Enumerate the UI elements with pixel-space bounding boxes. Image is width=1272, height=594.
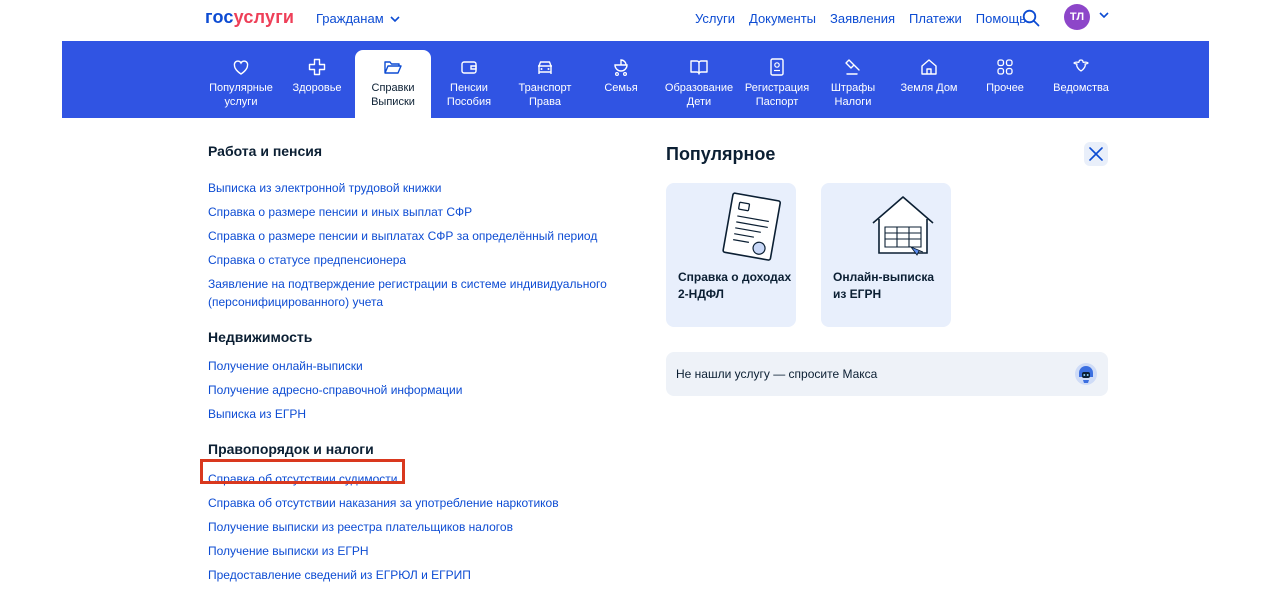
link-registration-confirmation[interactable]: Заявление на подтверждение регистрации в… <box>208 275 628 293</box>
link-egrn-extract-2[interactable]: Получение выписки из ЕГРН <box>208 542 628 560</box>
house-icon <box>921 59 937 75</box>
tab-fines[interactable]: Штрафы Налоги <box>815 50 891 118</box>
card-title: Онлайн-выписка из ЕГРН <box>833 270 935 301</box>
audience-label: Гражданам <box>316 11 384 26</box>
document-icon <box>722 192 782 261</box>
logo-part-uslugi: услуги <box>233 7 295 27</box>
link-pension-period[interactable]: Справка о размере пенсии и выплатах СФР … <box>208 227 628 245</box>
avatar-initials: ТЛ <box>1069 11 1085 23</box>
tab-label: Пенсии Пособия <box>446 82 492 108</box>
chevron-down-icon[interactable] <box>1099 12 1109 18</box>
close-button[interactable] <box>1084 142 1108 166</box>
link-registration-confirmation-cont[interactable]: (персонифицированного) учета <box>208 293 628 311</box>
passport-icon <box>770 58 784 76</box>
popular-title: Популярное <box>666 144 776 164</box>
link-egrul-egrip[interactable]: Предоставление сведений из ЕГРЮЛ и ЕГРИП <box>208 566 628 584</box>
tab-land-house[interactable]: Земля Дом <box>891 50 967 118</box>
tab-label: Земля Дом <box>900 82 958 94</box>
emblem-icon <box>1073 59 1089 72</box>
tab-pensions[interactable]: Пенсии Пособия <box>431 50 507 118</box>
tab-transport[interactable]: Транспорт Права <box>507 50 583 118</box>
tab-other[interactable]: Прочее <box>967 50 1043 118</box>
search-icon[interactable] <box>1022 9 1040 27</box>
tab-label: Популярные услуги <box>209 82 273 108</box>
tab-label: Транспорт Права <box>518 82 572 108</box>
avatar[interactable]: ТЛ <box>1064 4 1090 30</box>
robot-icon <box>1075 363 1097 385</box>
tab-certificates[interactable]: Справки Выписки <box>355 50 431 118</box>
nav-link-documents[interactable]: Документы <box>749 11 816 26</box>
tab-label: Здоровье <box>292 82 342 94</box>
wallet-icon <box>461 61 477 74</box>
nav-link-services[interactable]: Услуги <box>695 11 735 26</box>
tab-agencies[interactable]: Ведомства <box>1043 50 1119 118</box>
car-icon <box>538 61 552 74</box>
close-icon <box>1089 147 1103 161</box>
tab-label: Семья <box>604 82 638 94</box>
tab-education[interactable]: Образование Дети <box>659 50 739 118</box>
tab-health[interactable]: Здоровье <box>279 50 355 118</box>
tab-popular[interactable]: Популярные услуги <box>203 50 279 118</box>
cross-icon <box>308 58 326 76</box>
link-egrn-extract[interactable]: Выписка из ЕГРН <box>208 405 628 423</box>
house-document-icon <box>872 196 934 256</box>
tab-label: Образование Дети <box>664 82 734 108</box>
tab-label: Прочее <box>986 82 1024 94</box>
top-nav: Услуги Документы Заявления Платежи Помощ… <box>681 11 1026 26</box>
tab-label: Регистрация Паспорт <box>744 82 810 108</box>
grid-icon <box>997 59 1013 75</box>
tab-label: Справки Выписки <box>371 82 415 108</box>
section-title-work-pension: Работа и пенсия <box>208 143 323 159</box>
heart-icon <box>233 60 249 75</box>
link-pension-amount[interactable]: Справка о размере пенсии и иных выплат С… <box>208 203 628 221</box>
section-title-real-estate: Недвижимость <box>208 329 313 345</box>
popular-card-egrn[interactable]: Онлайн-выписка из ЕГРН <box>821 183 951 327</box>
card-title: Справка о доходах 2-НДФЛ <box>678 270 792 301</box>
section-title-law-taxes: Правопорядок и налоги <box>208 441 374 457</box>
link-address-info[interactable]: Получение адресно-справочной информации <box>208 381 628 399</box>
logo-part-gos: гос <box>205 7 234 27</box>
popular-card-income[interactable]: Справка о доходах 2-НДФЛ <box>666 183 796 327</box>
tab-registration[interactable]: Регистрация Паспорт <box>739 50 815 118</box>
ask-assistant-text: Не нашли услугу — спросите Макса <box>676 367 878 381</box>
link-taxpayer-registry[interactable]: Получение выписки из реестра плательщико… <box>208 518 628 536</box>
audience-selector[interactable]: Гражданам <box>316 11 400 26</box>
link-prepensioner-status[interactable]: Справка о статусе предпенсионера <box>208 251 628 269</box>
top-bar: госуслуги Гражданам Услуги Документы Зая… <box>0 0 1272 40</box>
folder-icon <box>384 61 402 74</box>
tab-family[interactable]: Семья <box>583 50 659 118</box>
tab-label: Штрафы Налоги <box>830 82 876 108</box>
ask-assistant-banner[interactable]: Не нашли услугу — спросите Макса <box>666 352 1108 396</box>
tab-label: Ведомства <box>1053 82 1109 94</box>
category-tabs: Популярные услуги Здоровье Справки Выпис… <box>203 50 1119 118</box>
chevron-down-icon <box>390 15 400 22</box>
nav-link-payments[interactable]: Платежи <box>909 11 962 26</box>
link-work-book-extract[interactable]: Выписка из электронной трудовой книжки <box>208 179 628 197</box>
gavel-icon <box>845 59 860 75</box>
services-list: Работа и пенсия Выписка из электронной т… <box>208 143 628 584</box>
link-online-extract[interactable]: Получение онлайн-выписки <box>208 357 628 375</box>
stroller-icon <box>614 59 628 77</box>
nav-link-help[interactable]: Помощь <box>976 11 1026 26</box>
nav-link-applications[interactable]: Заявления <box>830 11 895 26</box>
link-no-drug-punishment[interactable]: Справка об отсутствии наказания за употр… <box>208 494 628 512</box>
book-icon <box>690 60 708 75</box>
gosuslugi-logo[interactable]: госуслуги <box>205 7 294 28</box>
highlight-box <box>200 459 405 484</box>
